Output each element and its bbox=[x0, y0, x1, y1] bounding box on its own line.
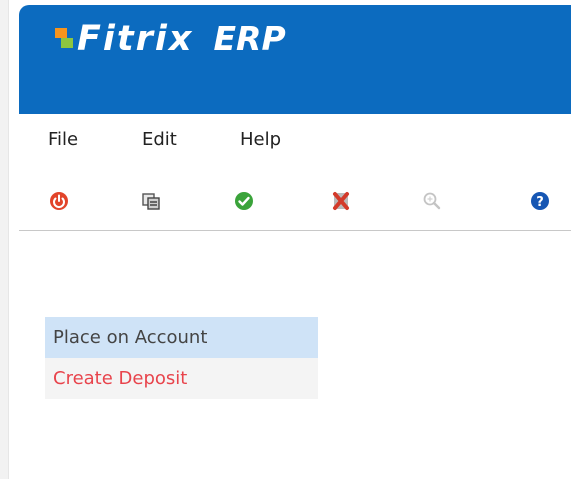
logo-text: Fitrix bbox=[77, 19, 194, 59]
product-name: ERP bbox=[213, 19, 286, 58]
help-button[interactable]: ? bbox=[529, 190, 551, 212]
menu-help[interactable]: Help bbox=[240, 129, 281, 150]
window-edge bbox=[0, 0, 8, 479]
check-icon bbox=[235, 192, 253, 210]
logo-mark-icon bbox=[55, 28, 75, 50]
list-item-create-deposit[interactable]: Create Deposit bbox=[45, 358, 318, 399]
menu-bar: File Edit Help bbox=[19, 114, 571, 166]
cancel-button[interactable] bbox=[330, 190, 352, 212]
menu-edit[interactable]: Edit bbox=[142, 129, 177, 150]
menu-file[interactable]: File bbox=[48, 129, 78, 150]
zoom-icon bbox=[423, 192, 441, 210]
fitrix-logo: Fitrix ERP bbox=[55, 19, 286, 59]
power-icon bbox=[50, 192, 68, 210]
app-header: Fitrix ERP bbox=[19, 5, 571, 114]
main-content: Place on Account Create Deposit bbox=[19, 231, 571, 479]
power-button[interactable] bbox=[48, 190, 70, 212]
list-item-place-on-account[interactable]: Place on Account bbox=[45, 317, 318, 358]
copy-button[interactable] bbox=[140, 190, 162, 212]
action-list: Place on Account Create Deposit bbox=[45, 317, 318, 399]
zoom-button[interactable] bbox=[421, 190, 443, 212]
confirm-button[interactable] bbox=[233, 190, 255, 212]
toolbar: ? bbox=[19, 166, 571, 231]
svg-text:?: ? bbox=[536, 195, 544, 210]
help-icon: ? bbox=[531, 192, 549, 210]
cancel-icon bbox=[333, 192, 349, 210]
copy-icon bbox=[142, 193, 160, 210]
